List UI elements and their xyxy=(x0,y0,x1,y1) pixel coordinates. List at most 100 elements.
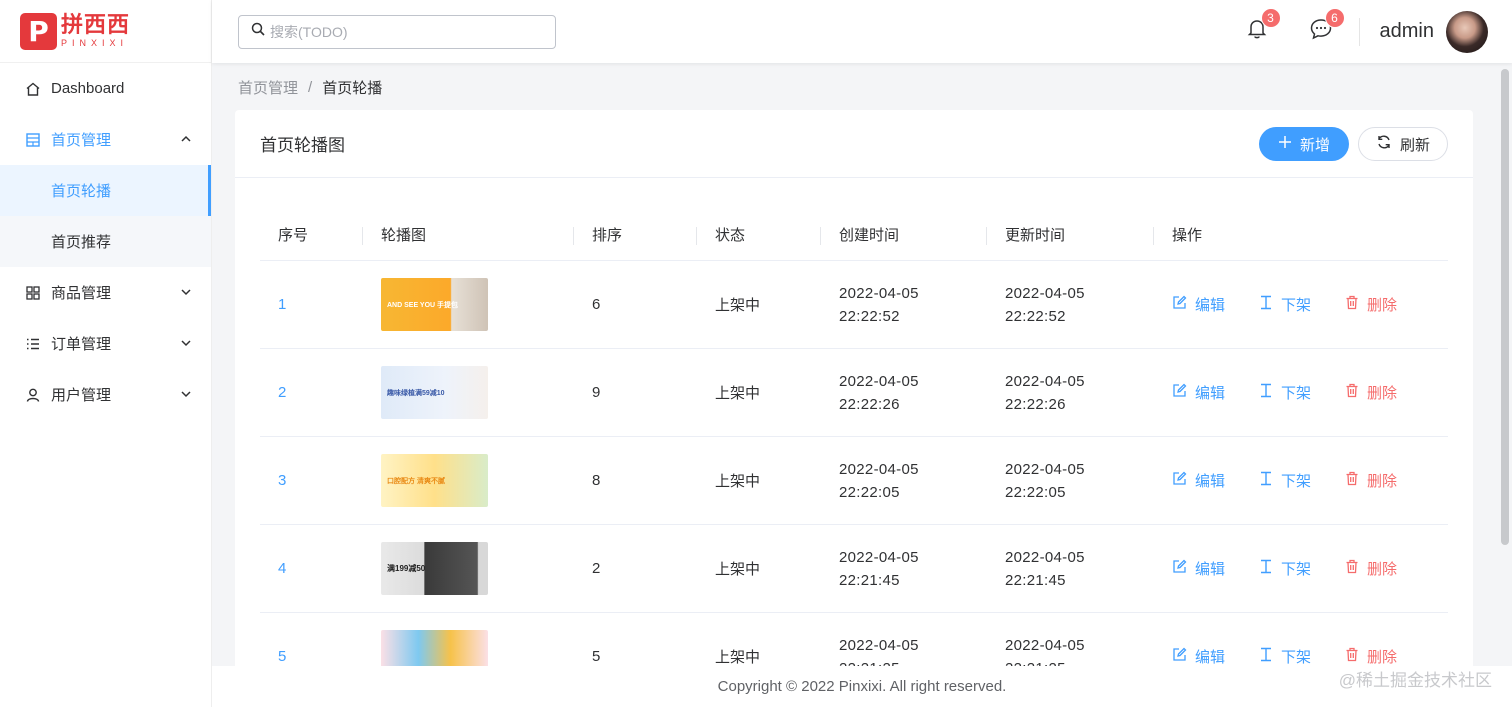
search-input[interactable] xyxy=(270,23,540,40)
sidebar-menu: Dashboard 首页管理 首页轮播 首页推荐 商品管理 订单管理 用户管理 xyxy=(0,63,211,420)
delete-button[interactable]: 删除 xyxy=(1345,470,1397,491)
delete-button[interactable]: 删除 xyxy=(1345,294,1397,315)
row-created-date: 2022-04-05 xyxy=(839,548,919,566)
row-sort: 8 xyxy=(592,471,601,489)
row-actions: 编辑 下架 删除 xyxy=(1154,470,1448,491)
breadcrumb-separator: / xyxy=(308,79,313,96)
delete-button[interactable]: 删除 xyxy=(1345,382,1397,403)
banner-image: AND SEE YOU 手提包 xyxy=(381,278,488,331)
logo-text: 拼西西 PINXIXI xyxy=(61,14,130,48)
edit-icon xyxy=(1172,471,1195,490)
sidebar-item-goods[interactable]: 商品管理 xyxy=(0,267,211,318)
sidebar-item-home-management[interactable]: 首页管理 xyxy=(0,114,211,165)
search-box[interactable] xyxy=(238,14,556,49)
offline-button[interactable]: 下架 xyxy=(1259,558,1311,579)
refresh-button-label: 刷新 xyxy=(1399,136,1430,154)
sidebar-item-orders[interactable]: 订单管理 xyxy=(0,318,211,369)
edit-button[interactable]: 编辑 xyxy=(1172,646,1225,666)
notifications-button[interactable]: 3 xyxy=(1243,7,1281,46)
sidebar-item-label: 商品管理 xyxy=(51,285,112,302)
delete-button[interactable]: 删除 xyxy=(1345,646,1397,666)
offline-button[interactable]: 下架 xyxy=(1259,294,1311,315)
brand-logo[interactable]: P 拼西西 PINXIXI xyxy=(0,0,211,63)
edit-label: 编辑 xyxy=(1195,561,1226,578)
column-header-updated: 更新时间 xyxy=(987,224,1154,245)
table-row: 4 满199减50 2 上架中 2022-04-05 22:21:45 2022-… xyxy=(260,525,1448,613)
sidebar-item-home-carousel[interactable]: 首页轮播 xyxy=(0,165,211,216)
row-created-date: 2022-04-05 xyxy=(839,460,919,478)
table-row: 5 5 上架中 2022-04-05 22:21:25 2022-04-05 22:… xyxy=(260,613,1448,666)
copyright-text: Copyright © 2022 Pinxixi. All right rese… xyxy=(717,678,1007,695)
row-status: 上架中 xyxy=(715,649,761,666)
row-updated-time: 22:21:45 xyxy=(1005,571,1066,589)
scrollbar-thumb[interactable] xyxy=(1501,69,1509,545)
table-row: 1 AND SEE YOU 手提包 6 上架中 2022-04-05 22:22:… xyxy=(260,261,1448,349)
edit-button[interactable]: 编辑 xyxy=(1172,294,1225,315)
column-header-status: 状态 xyxy=(697,224,821,245)
breadcrumb-item-home-management[interactable]: 首页管理 xyxy=(238,77,298,98)
messages-button[interactable]: 6 xyxy=(1307,7,1345,46)
row-updated-time: 22:22:52 xyxy=(1005,307,1066,325)
delete-label: 删除 xyxy=(1367,385,1398,402)
delete-label: 删除 xyxy=(1367,649,1398,666)
header-right: 3 6 admin xyxy=(1243,0,1488,63)
edit-button[interactable]: 编辑 xyxy=(1172,382,1225,403)
offline-label: 下架 xyxy=(1281,473,1312,490)
layout-icon xyxy=(24,131,42,149)
text-cursor-icon xyxy=(1259,295,1281,314)
row-index[interactable]: 3 xyxy=(278,472,286,489)
row-updated: 2022-04-05 22:22:05 xyxy=(1005,458,1154,504)
row-index[interactable]: 4 xyxy=(278,560,286,577)
sidebar-item-dashboard[interactable]: Dashboard xyxy=(0,63,211,114)
sidebar-item-label: 订单管理 xyxy=(51,336,112,353)
trash-icon xyxy=(1345,647,1367,666)
row-status: 上架中 xyxy=(715,561,761,578)
row-created-time: 22:22:26 xyxy=(839,395,900,413)
main-scrollbar[interactable] xyxy=(1498,63,1512,666)
chevron-down-icon xyxy=(179,387,193,401)
banner-image: 口腔配方 清爽不腻 xyxy=(381,454,488,507)
banner-image xyxy=(381,630,488,666)
sidebar-item-label: 首页推荐 xyxy=(51,234,112,251)
offline-button[interactable]: 下架 xyxy=(1259,382,1311,403)
delete-label: 删除 xyxy=(1367,473,1398,490)
banner-image: 满199减50 xyxy=(381,542,488,595)
row-status: 上架中 xyxy=(715,297,761,314)
table-row: 2 趣味绿植满59减10 9 上架中 2022-04-05 22:22:26 20… xyxy=(260,349,1448,437)
row-updated-time: 22:22:05 xyxy=(1005,483,1066,501)
row-updated-date: 2022-04-05 xyxy=(1005,460,1085,478)
text-cursor-icon xyxy=(1259,471,1281,490)
add-button[interactable]: 新增 xyxy=(1259,127,1349,161)
row-index[interactable]: 5 xyxy=(278,648,286,665)
refresh-button[interactable]: 刷新 xyxy=(1358,127,1448,161)
brand-name-cn: 拼西西 xyxy=(61,12,131,37)
row-index[interactable]: 1 xyxy=(278,296,286,313)
edit-button[interactable]: 编辑 xyxy=(1172,558,1225,579)
offline-button[interactable]: 下架 xyxy=(1259,646,1311,666)
username[interactable]: admin xyxy=(1380,20,1434,43)
row-created-date: 2022-04-05 xyxy=(839,636,919,654)
sidebar-item-users[interactable]: 用户管理 xyxy=(0,369,211,420)
row-actions: 编辑 下架 删除 xyxy=(1154,294,1448,315)
row-actions: 编辑 下架 删除 xyxy=(1154,646,1448,666)
carousel-table: 序号 轮播图 排序 状态 创建时间 更新时间 操作 1 AND SEE YOU … xyxy=(260,209,1448,666)
delete-label: 删除 xyxy=(1367,561,1398,578)
add-button-label: 新增 xyxy=(1299,136,1330,154)
row-updated-date: 2022-04-05 xyxy=(1005,284,1085,302)
messages-badge: 6 xyxy=(1324,7,1345,28)
row-index[interactable]: 2 xyxy=(278,384,286,401)
row-created-time: 22:21:45 xyxy=(839,571,900,589)
avatar[interactable] xyxy=(1446,10,1488,53)
offline-button[interactable]: 下架 xyxy=(1259,470,1311,491)
row-updated-time: 22:22:26 xyxy=(1005,395,1066,413)
trash-icon xyxy=(1345,383,1367,402)
sidebar-item-home-recommend[interactable]: 首页推荐 xyxy=(0,216,211,267)
edit-icon xyxy=(1172,295,1195,314)
notifications-badge: 3 xyxy=(1260,7,1281,28)
edit-button[interactable]: 编辑 xyxy=(1172,470,1225,491)
edit-label: 编辑 xyxy=(1195,297,1226,314)
column-header-created: 创建时间 xyxy=(821,224,987,245)
delete-button[interactable]: 删除 xyxy=(1345,558,1397,579)
breadcrumb: 首页管理 / 首页轮播 xyxy=(238,77,382,98)
trash-icon xyxy=(1345,559,1367,578)
